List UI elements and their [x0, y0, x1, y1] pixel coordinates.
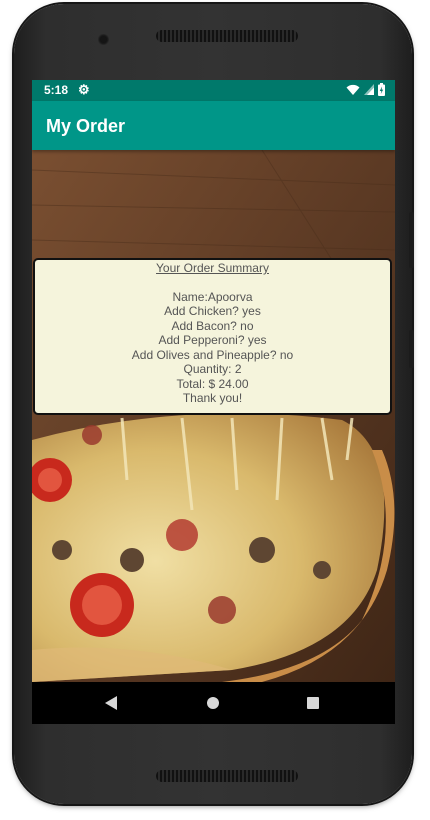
summary-quantity: Quantity: 2	[183, 362, 242, 376]
summary-total: Total: $ 24.00	[176, 376, 249, 391]
summary-bacon: Add Bacon? no	[171, 318, 254, 333]
front-camera	[98, 34, 109, 45]
power-button	[409, 330, 414, 368]
summary-title: Your Order Summary	[156, 261, 269, 275]
summary-olives-pineapple: Add Olives and Pineapple? no	[131, 347, 294, 362]
order-content: Your Order Summary Name:Apoorva Add Chic…	[32, 150, 395, 682]
battery-icon	[378, 83, 385, 96]
summary-chicken: Add Chicken? yes	[164, 304, 261, 318]
navigation-bar	[32, 682, 395, 724]
signal-icon	[364, 84, 374, 95]
volume-button	[409, 212, 414, 268]
wifi-icon	[346, 84, 360, 95]
recents-square-icon[interactable]	[307, 697, 319, 709]
status-icons	[346, 83, 385, 96]
app-bar: My Order	[32, 101, 395, 150]
status-bar: 5:18 ⚙	[32, 80, 395, 101]
pizza-background-image	[32, 150, 395, 682]
status-time: 5:18	[44, 83, 69, 97]
order-summary-box: Your Order Summary Name:Apoorva Add Chic…	[33, 258, 392, 415]
gear-icon: ⚙	[78, 82, 90, 97]
back-triangle-icon[interactable]	[105, 696, 117, 710]
top-speaker-grille	[156, 30, 298, 42]
app-title: My Order	[46, 116, 126, 136]
bottom-speaker-grille	[156, 770, 298, 782]
home-circle-icon[interactable]	[207, 697, 219, 709]
summary-name: Name:Apoorva	[172, 289, 253, 304]
device-screen: 5:18 ⚙ My Order Your Order Summary Name:…	[32, 80, 395, 724]
summary-pepperoni: Add Pepperoni? yes	[158, 333, 267, 347]
summary-thank-you: Thank you!	[182, 391, 243, 405]
device-frame: 5:18 ⚙ My Order Your Order Summary Name:…	[0, 0, 430, 820]
